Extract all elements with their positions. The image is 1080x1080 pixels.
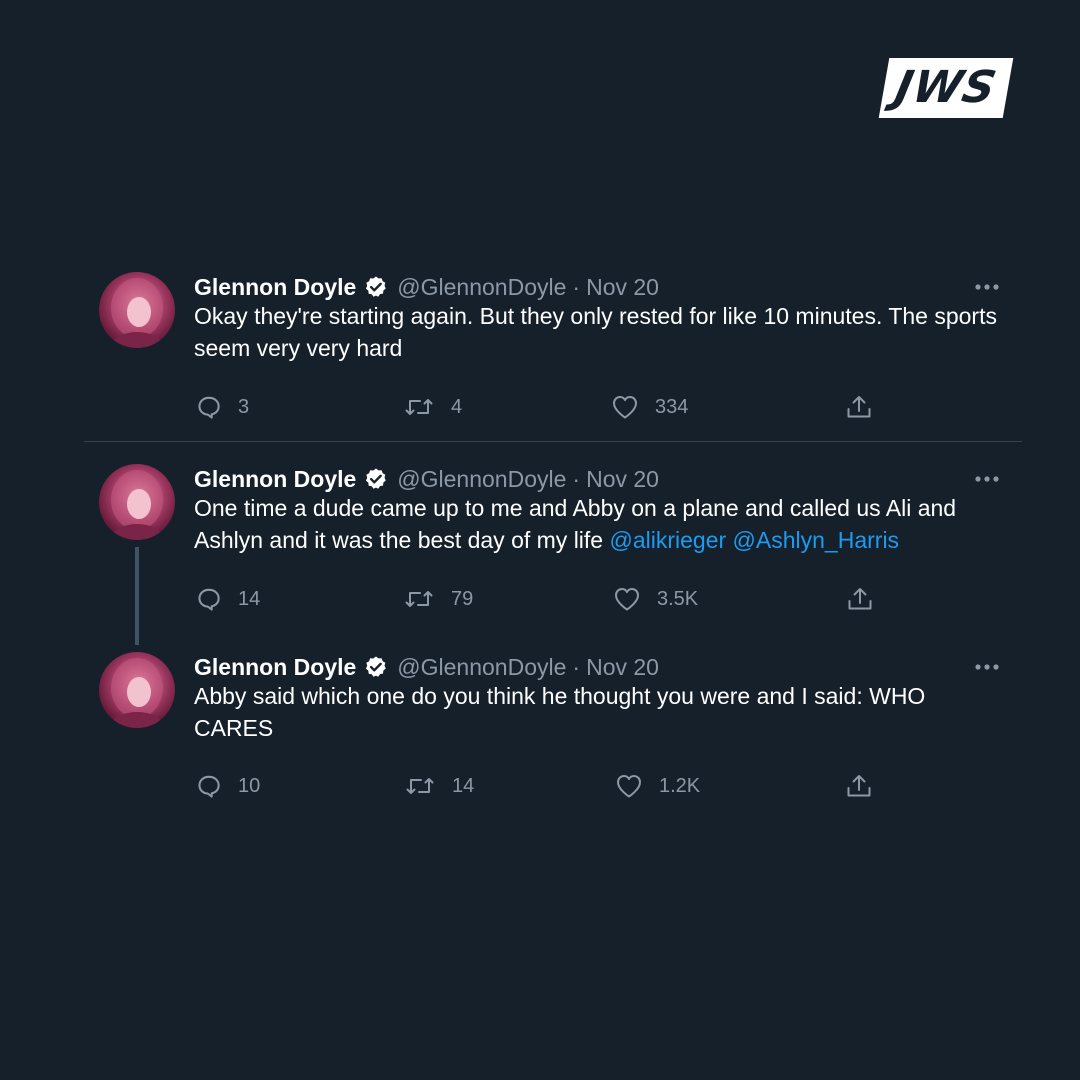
verified-icon (366, 276, 387, 297)
verified-icon (366, 656, 387, 677)
retweet-icon (406, 778, 434, 794)
like-count: 1.2K (659, 774, 701, 797)
tweet-actions: 14 79 3.5K (0, 584, 1080, 614)
verified-icon (366, 468, 387, 489)
tweet-header: Glennon Doyle @GlennonDoyle · Nov 20 (194, 272, 659, 302)
reply-count: 3 (238, 395, 250, 418)
more-icon[interactable] (973, 658, 1001, 676)
share-button[interactable] (846, 584, 874, 614)
reply-icon (198, 775, 220, 798)
tweet-body: Okay they're starting again. But they on… (194, 303, 997, 361)
reply-icon (198, 396, 220, 419)
retweet-button[interactable]: 14 (404, 771, 474, 801)
mention-link[interactable]: @Ashlyn_Harris (733, 527, 900, 553)
author-name[interactable]: Glennon Doyle (194, 274, 356, 301)
share-icon (848, 588, 872, 610)
jws-logo: JWS (878, 58, 1014, 118)
share-button[interactable] (845, 771, 873, 801)
heart-icon (613, 396, 637, 419)
heart-icon (617, 775, 641, 798)
divider (84, 441, 1022, 442)
reply-count: 10 (238, 774, 261, 797)
separator: · (572, 653, 581, 680)
reply-button[interactable]: 10 (196, 771, 260, 801)
separator: · (572, 273, 581, 300)
reply-button[interactable]: 14 (196, 584, 260, 614)
tweet-text: Abby said which one do you think he thou… (194, 680, 1004, 744)
retweet-button[interactable]: 4 (403, 392, 462, 422)
avatar[interactable] (99, 272, 175, 348)
tweet-date[interactable]: Nov 20 (586, 654, 659, 681)
tweet-date[interactable]: Nov 20 (586, 274, 659, 301)
tweet-text: One time a dude came up to me and Abby o… (194, 492, 1004, 556)
separator: · (572, 465, 581, 492)
tweet-header: Glennon Doyle @GlennonDoyle · Nov 20 (194, 464, 659, 494)
retweet-icon (405, 591, 433, 607)
tweet-actions: 10 14 1.2K (0, 771, 1080, 801)
like-count: 3.5K (657, 587, 699, 610)
tweet-header: Glennon Doyle @GlennonDoyle · Nov 20 (194, 652, 659, 682)
retweet-count: 14 (452, 774, 475, 797)
like-button[interactable]: 1.2K (615, 771, 700, 801)
author-handle[interactable]: @GlennonDoyle (397, 466, 566, 493)
author-name[interactable]: Glennon Doyle (194, 654, 356, 681)
avatar[interactable] (99, 652, 175, 728)
author-handle[interactable]: @GlennonDoyle (397, 274, 566, 301)
tweet-date[interactable]: Nov 20 (586, 466, 659, 493)
reply-count: 14 (238, 587, 261, 610)
author-name[interactable]: Glennon Doyle (194, 466, 356, 493)
share-icon (847, 396, 871, 418)
tweet-body: Abby said which one do you think he thou… (194, 683, 926, 741)
retweet-count: 79 (451, 587, 474, 610)
reply-button[interactable]: 3 (196, 392, 249, 422)
tweet-actions: 3 4 334 (0, 392, 1080, 422)
retweet-icon (405, 399, 433, 415)
retweet-button[interactable]: 79 (403, 584, 473, 614)
reply-icon (198, 588, 220, 611)
retweet-count: 4 (451, 395, 463, 418)
heart-icon (615, 588, 639, 611)
more-icon[interactable] (973, 278, 1001, 296)
like-button[interactable]: 334 (611, 392, 688, 422)
share-icon (847, 775, 871, 797)
like-count: 334 (655, 395, 689, 418)
avatar[interactable] (99, 464, 175, 540)
tweet-text: Okay they're starting again. But they on… (194, 300, 1004, 364)
share-button[interactable] (845, 392, 873, 422)
like-button[interactable]: 3.5K (613, 584, 698, 614)
more-icon[interactable] (973, 470, 1001, 488)
author-handle[interactable]: @GlennonDoyle (397, 654, 566, 681)
mention-link[interactable]: @alikrieger (609, 527, 726, 553)
jws-logo-text: JWS (890, 62, 1002, 113)
